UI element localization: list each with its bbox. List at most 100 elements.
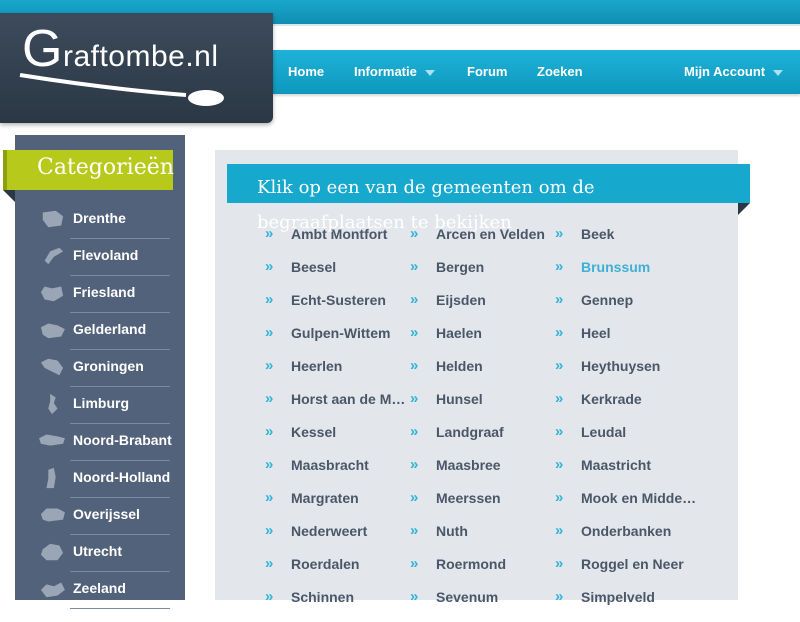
municipality-label: Kerkrade [581,391,642,407]
double-chevron-right-icon: » [555,390,564,407]
municipality-label: Roermond [436,556,506,572]
double-chevron-right-icon: » [555,489,564,506]
double-chevron-right-icon: » [265,489,274,506]
municipality-label: Horst aan de Maas [291,391,407,407]
double-chevron-right-icon: » [555,291,564,308]
double-chevron-right-icon: » [410,456,419,473]
municipality-link[interactable]: » Maasbracht [265,457,405,490]
sidebar-item-gelderland[interactable]: Gelderland [38,313,173,350]
sidebar-item-label: Zeeland [73,580,126,596]
municipality-link[interactable]: » Kerkrade [555,391,695,424]
municipality-label: Gulpen-Wittem [291,325,391,341]
province-map-icon [40,543,64,561]
sidebar-item-label: Flevoland [73,247,139,263]
municipality-link[interactable]: » Roermond [410,556,550,589]
municipality-link[interactable]: » Eijsden [410,292,550,325]
municipality-link[interactable]: » Beesel [265,259,405,292]
sidebar-item-drenthe[interactable]: Drenthe [38,202,173,239]
sidebar-item-utrecht[interactable]: Utrecht [38,535,173,572]
sidebar-item-label: Drenthe [73,210,126,226]
double-chevron-right-icon: » [555,357,564,374]
province-map-icon [40,323,65,339]
nav-home[interactable]: Home [288,50,324,94]
double-chevron-right-icon: » [410,489,419,506]
sidebar-item-label: Limburg [73,395,129,411]
municipality-label: Roerdalen [291,556,360,572]
municipality-link[interactable]: » Meerssen [410,490,550,523]
province-map-icon [44,247,64,265]
nav-informatie[interactable]: Informatie [354,50,435,94]
double-chevron-right-icon: » [410,522,419,539]
province-map-icon [42,210,64,228]
double-chevron-right-icon: » [410,258,419,275]
municipality-link[interactable]: » Kessel [265,424,405,457]
double-chevron-right-icon: » [555,456,564,473]
double-chevron-right-icon: » [265,357,274,374]
double-chevron-right-icon: » [265,456,274,473]
municipality-link[interactable]: » Maasbree [410,457,550,490]
municipality-link[interactable]: » Mook en Middelaar [555,489,697,523]
municipality-label: Hunsel [436,391,483,407]
chevron-down-icon [424,69,435,76]
nav-forum[interactable]: Forum [467,50,507,94]
municipality-link[interactable]: » Helden [410,358,550,391]
municipality-link[interactable]: » Haelen [410,325,550,358]
sidebar-item-zeeland[interactable]: Zeeland [38,572,173,609]
sidebar-item-groningen[interactable]: Groningen [38,350,173,387]
municipality-link[interactable]: » Gulpen-Wittem [265,325,405,358]
sidebar-item-flevoland[interactable]: Flevoland [38,239,173,276]
municipality-link[interactable]: » Onderbanken [555,523,695,556]
municipality-label: Haelen [436,325,482,341]
municipality-link[interactable]: » Heythuysen [555,358,695,391]
chevron-down-icon [773,69,784,76]
municipality-link[interactable]: » Roggel en Neer [555,556,695,589]
municipality-link[interactable]: » Brunssum [555,259,695,292]
municipality-link[interactable]: » Heerlen [265,358,405,391]
province-map-icon [46,467,56,489]
municipality-link[interactable]: » Landgraaf [410,424,550,457]
sidebar-item-noord-holland[interactable]: Noord-Holland [38,461,173,498]
nav-zoeken[interactable]: Zoeken [537,50,583,94]
category-title: Categorieën [3,150,174,190]
municipality-link[interactable]: » Nederweert [265,523,405,556]
double-chevron-right-icon: » [410,291,419,308]
sidebar-item-limburg[interactable]: Limburg [38,387,173,424]
double-chevron-right-icon: » [555,324,564,341]
province-map-icon [48,393,58,415]
municipality-link[interactable]: » Simpelveld [555,589,695,622]
municipality-link[interactable]: » Maastricht [555,457,695,490]
municipality-label: Nuth [436,523,468,539]
municipality-link[interactable]: » Margraten [265,490,405,523]
sidebar-item-label: Noord-Brabant [73,432,172,448]
sidebar-item-label: Friesland [73,284,136,300]
municipality-link[interactable]: » Heel [555,325,695,358]
sidebar-item-label: Gelderland [73,321,147,337]
municipality-link[interactable]: » Echt-Susteren [265,292,405,325]
municipality-link[interactable]: » Nuth [410,523,550,556]
municipality-link[interactable]: » Gennep [555,292,695,325]
municipality-label: Schinnen [291,589,355,605]
municipality-link[interactable]: » Leudal [555,424,695,457]
divider [70,608,170,609]
nav-account[interactable]: Mijn Account [684,50,784,94]
sidebar-item-noord-brabant[interactable]: Noord-Brabant [38,424,173,461]
banner-fold [738,203,750,215]
municipality-link[interactable]: » Bergen [410,259,550,292]
municipality-link[interactable]: » Sevenum [410,589,550,622]
province-map-icon [40,286,64,302]
site-logo[interactable]: Graftombe.nl [0,13,273,123]
municipality-label: Meerssen [436,490,501,506]
double-chevron-right-icon: » [265,588,274,605]
sidebar-item-friesland[interactable]: Friesland [38,276,173,313]
double-chevron-right-icon: » [555,258,564,275]
double-chevron-right-icon: » [265,258,274,275]
municipality-link[interactable]: » Roerdalen [265,556,405,589]
municipality-link[interactable]: » Hunsel [410,391,550,424]
double-chevron-right-icon: » [555,555,564,572]
sidebar-item-label: Groningen [73,358,144,374]
double-chevron-right-icon: » [555,588,564,605]
sidebar-item-overijssel[interactable]: Overijssel [38,498,173,535]
municipality-link[interactable]: » Horst aan de Maas [265,391,407,424]
municipality-link[interactable]: » Schinnen [265,589,405,622]
double-chevron-right-icon: » [265,555,274,572]
